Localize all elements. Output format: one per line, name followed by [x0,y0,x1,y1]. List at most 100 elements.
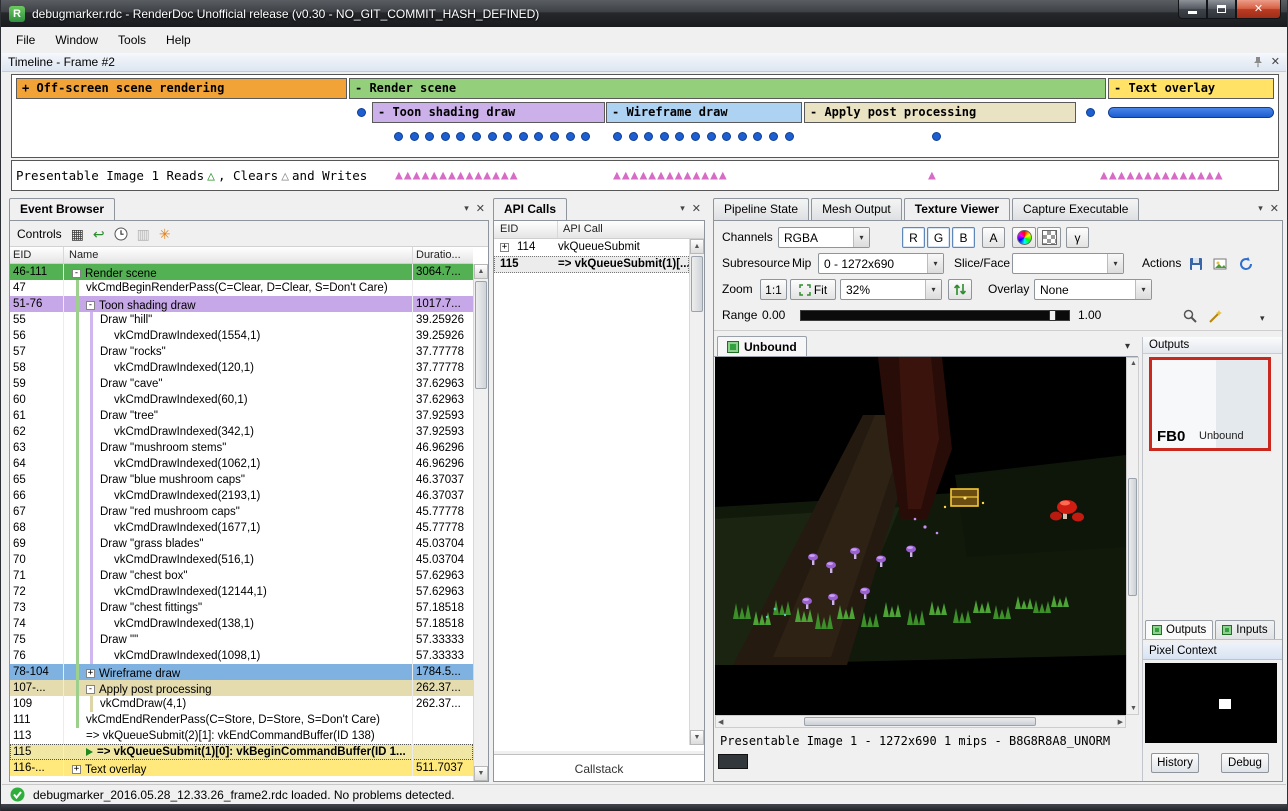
menu-item[interactable]: Window [45,29,108,51]
event-row[interactable]: 72vkCmdDrawIndexed(12144,1)57.62963 [10,584,473,600]
draw-event-dot[interactable] [932,132,941,141]
draw-event-dot[interactable] [785,132,794,141]
debug-button[interactable]: Debug [1221,753,1269,773]
event-row[interactable]: 70vkCmdDrawIndexed(516,1)45.03704 [10,552,473,568]
draw-event-dot[interactable] [629,132,638,141]
pin-icon[interactable] [1253,56,1263,68]
api-call-row[interactable]: 115=> vkQueueSubmit(1)[... [494,256,689,273]
column-duration[interactable]: Duratio... [413,247,473,263]
draw-event-dot[interactable] [550,132,559,141]
draw-event-dot[interactable] [503,132,512,141]
save-icon[interactable] [1188,256,1204,272]
usage-triangle-group[interactable]: ▲▲▲▲▲▲▲▲▲▲▲▲▲ [613,161,728,190]
event-row[interactable]: 55Draw "hill"39.25926 [10,312,473,328]
menu-item[interactable]: File [6,29,45,51]
event-browser-scrollbar[interactable]: ▲ ▼ [473,264,488,781]
close-icon[interactable]: ✕ [1271,57,1280,68]
scroll-up-icon[interactable]: ▲ [690,239,704,254]
magnifier-icon[interactable] [1182,308,1198,324]
expand-icon[interactable]: + [72,765,81,774]
usage-triangle-group[interactable]: ▲▲▲▲▲▲▲▲▲▲▲▲▲▲ [1100,161,1224,190]
timeline-marker-section[interactable]: - Text overlay [1108,78,1274,99]
scroll-down-icon[interactable]: ▼ [1130,705,1137,712]
draw-event-dot[interactable] [534,132,543,141]
draw-event-dot[interactable] [691,132,700,141]
column-eid[interactable]: EID [494,221,558,238]
timeline-marker-section[interactable]: - Apply post processing [804,102,1076,123]
draw-event-dot[interactable] [519,132,528,141]
column-eid[interactable]: EID [10,247,64,263]
event-row[interactable]: 116-...+Text overlay511.7037 [10,760,473,776]
zoom-select[interactable]: 32%▾ [840,279,942,300]
timeline-marker-section[interactable]: - Wireframe draw [606,102,802,123]
draw-events-pill[interactable] [1108,107,1274,118]
tab-mesh-output[interactable]: Mesh Output [811,198,902,220]
timeline-marker-section[interactable]: + Off-screen scene rendering [16,78,347,99]
event-row[interactable]: 59Draw "cave"37.62963 [10,376,473,392]
scroll-thumb[interactable] [804,717,1036,726]
draw-event-dot[interactable] [738,132,747,141]
draw-event-dot[interactable] [753,132,762,141]
range-slider[interactable] [800,310,1070,321]
api-calls-column-header[interactable]: EID API Call [494,221,704,239]
column-api-call[interactable]: API Call [558,221,704,238]
close-button[interactable]: ✕ [1236,0,1281,19]
event-row[interactable]: 71Draw "chest box"57.62963 [10,568,473,584]
event-row[interactable]: 111vkCmdEndRenderPass(C=Store, D=Store, … [10,712,473,728]
tab-api-calls[interactable]: API Calls [493,198,567,220]
close-icon[interactable]: ✕ [1270,202,1279,215]
channel-alpha-toggle[interactable]: A [982,227,1005,248]
draw-event-dot[interactable] [394,132,403,141]
draw-event-dot[interactable] [707,132,716,141]
expand-icon[interactable]: + [86,669,95,678]
event-row[interactable]: 66vkCmdDrawIndexed(2193,1)46.37037 [10,488,473,504]
stats-icon[interactable]: ▥ [137,227,150,241]
checker-background-button[interactable] [1037,227,1061,248]
expand-icon[interactable]: + [500,243,509,252]
draw-event-dot[interactable] [613,132,622,141]
event-row[interactable]: 73Draw "chest fittings"57.18518 [10,600,473,616]
draw-event-dot[interactable] [472,132,481,141]
texture-render-view[interactable] [715,357,1126,715]
channel-green-toggle[interactable]: G [927,227,950,248]
chevron-down-icon[interactable]: ▾ [1258,203,1263,214]
fit-button[interactable]: Fit [790,279,836,300]
output-thumbnail-fb0[interactable]: FB0 Unbound [1149,357,1271,451]
close-icon[interactable]: ✕ [476,202,485,215]
event-row[interactable]: 60vkCmdDrawIndexed(60,1)37.62963 [10,392,473,408]
event-row[interactable]: 76vkCmdDrawIndexed(1098,1)57.33333 [10,648,473,664]
texture-hscrollbar[interactable]: ◀ ▶ [715,715,1126,728]
usage-triangle-group[interactable]: ▲ [928,161,937,190]
collapse-icon[interactable]: - [86,685,95,694]
column-name[interactable]: Name [64,247,413,263]
tab-pipeline-state[interactable]: Pipeline State [713,198,809,220]
close-icon[interactable]: ✕ [692,202,701,215]
bookmark-star-icon[interactable]: ✳ [159,227,171,241]
event-row[interactable]: 78-104+Wireframe draw1784.5... [10,664,473,680]
refresh-icon[interactable] [1238,256,1254,272]
event-row[interactable]: 58vkCmdDrawIndexed(120,1)37.77778 [10,360,473,376]
channel-red-toggle[interactable]: R [902,227,925,248]
event-row[interactable]: 109vkCmdDraw(4,1)262.37... [10,696,473,712]
event-row[interactable]: 47vkCmdBeginRenderPass(C=Clear, D=Clear,… [10,280,473,296]
scroll-up-icon[interactable]: ▲ [474,264,488,279]
zoom-1to1-button[interactable]: 1:1 [760,279,787,300]
time-draws-icon[interactable] [114,227,128,241]
scroll-left-icon[interactable]: ◀ [718,719,723,726]
maximize-button[interactable] [1207,0,1236,19]
scroll-up-icon[interactable]: ▲ [1130,360,1137,367]
draw-event-dot[interactable] [1086,108,1095,117]
usage-triangle-group[interactable]: ▲▲▲▲▲▲▲▲▲▲▲▲▲▲ [395,161,519,190]
minimize-button[interactable] [1178,0,1207,19]
draw-event-dot[interactable] [488,132,497,141]
draw-event-dot[interactable] [425,132,434,141]
event-row[interactable]: 51-76-Toon shading draw1017.7... [10,296,473,312]
api-call-row[interactable]: +114vkQueueSubmit [494,239,689,256]
timeline-marker-section[interactable]: - Toon shading draw [372,102,605,123]
event-row[interactable]: 68vkCmdDrawIndexed(1677,1)45.77778 [10,520,473,536]
draw-event-dot[interactable] [581,132,590,141]
channel-blue-toggle[interactable]: B [952,227,975,248]
scroll-down-icon[interactable]: ▼ [690,730,704,745]
event-row[interactable]: 113=> vkQueueSubmit(2)[1]: vkEndCommandB… [10,728,473,744]
event-row[interactable]: 57Draw "rocks"37.77778 [10,344,473,360]
